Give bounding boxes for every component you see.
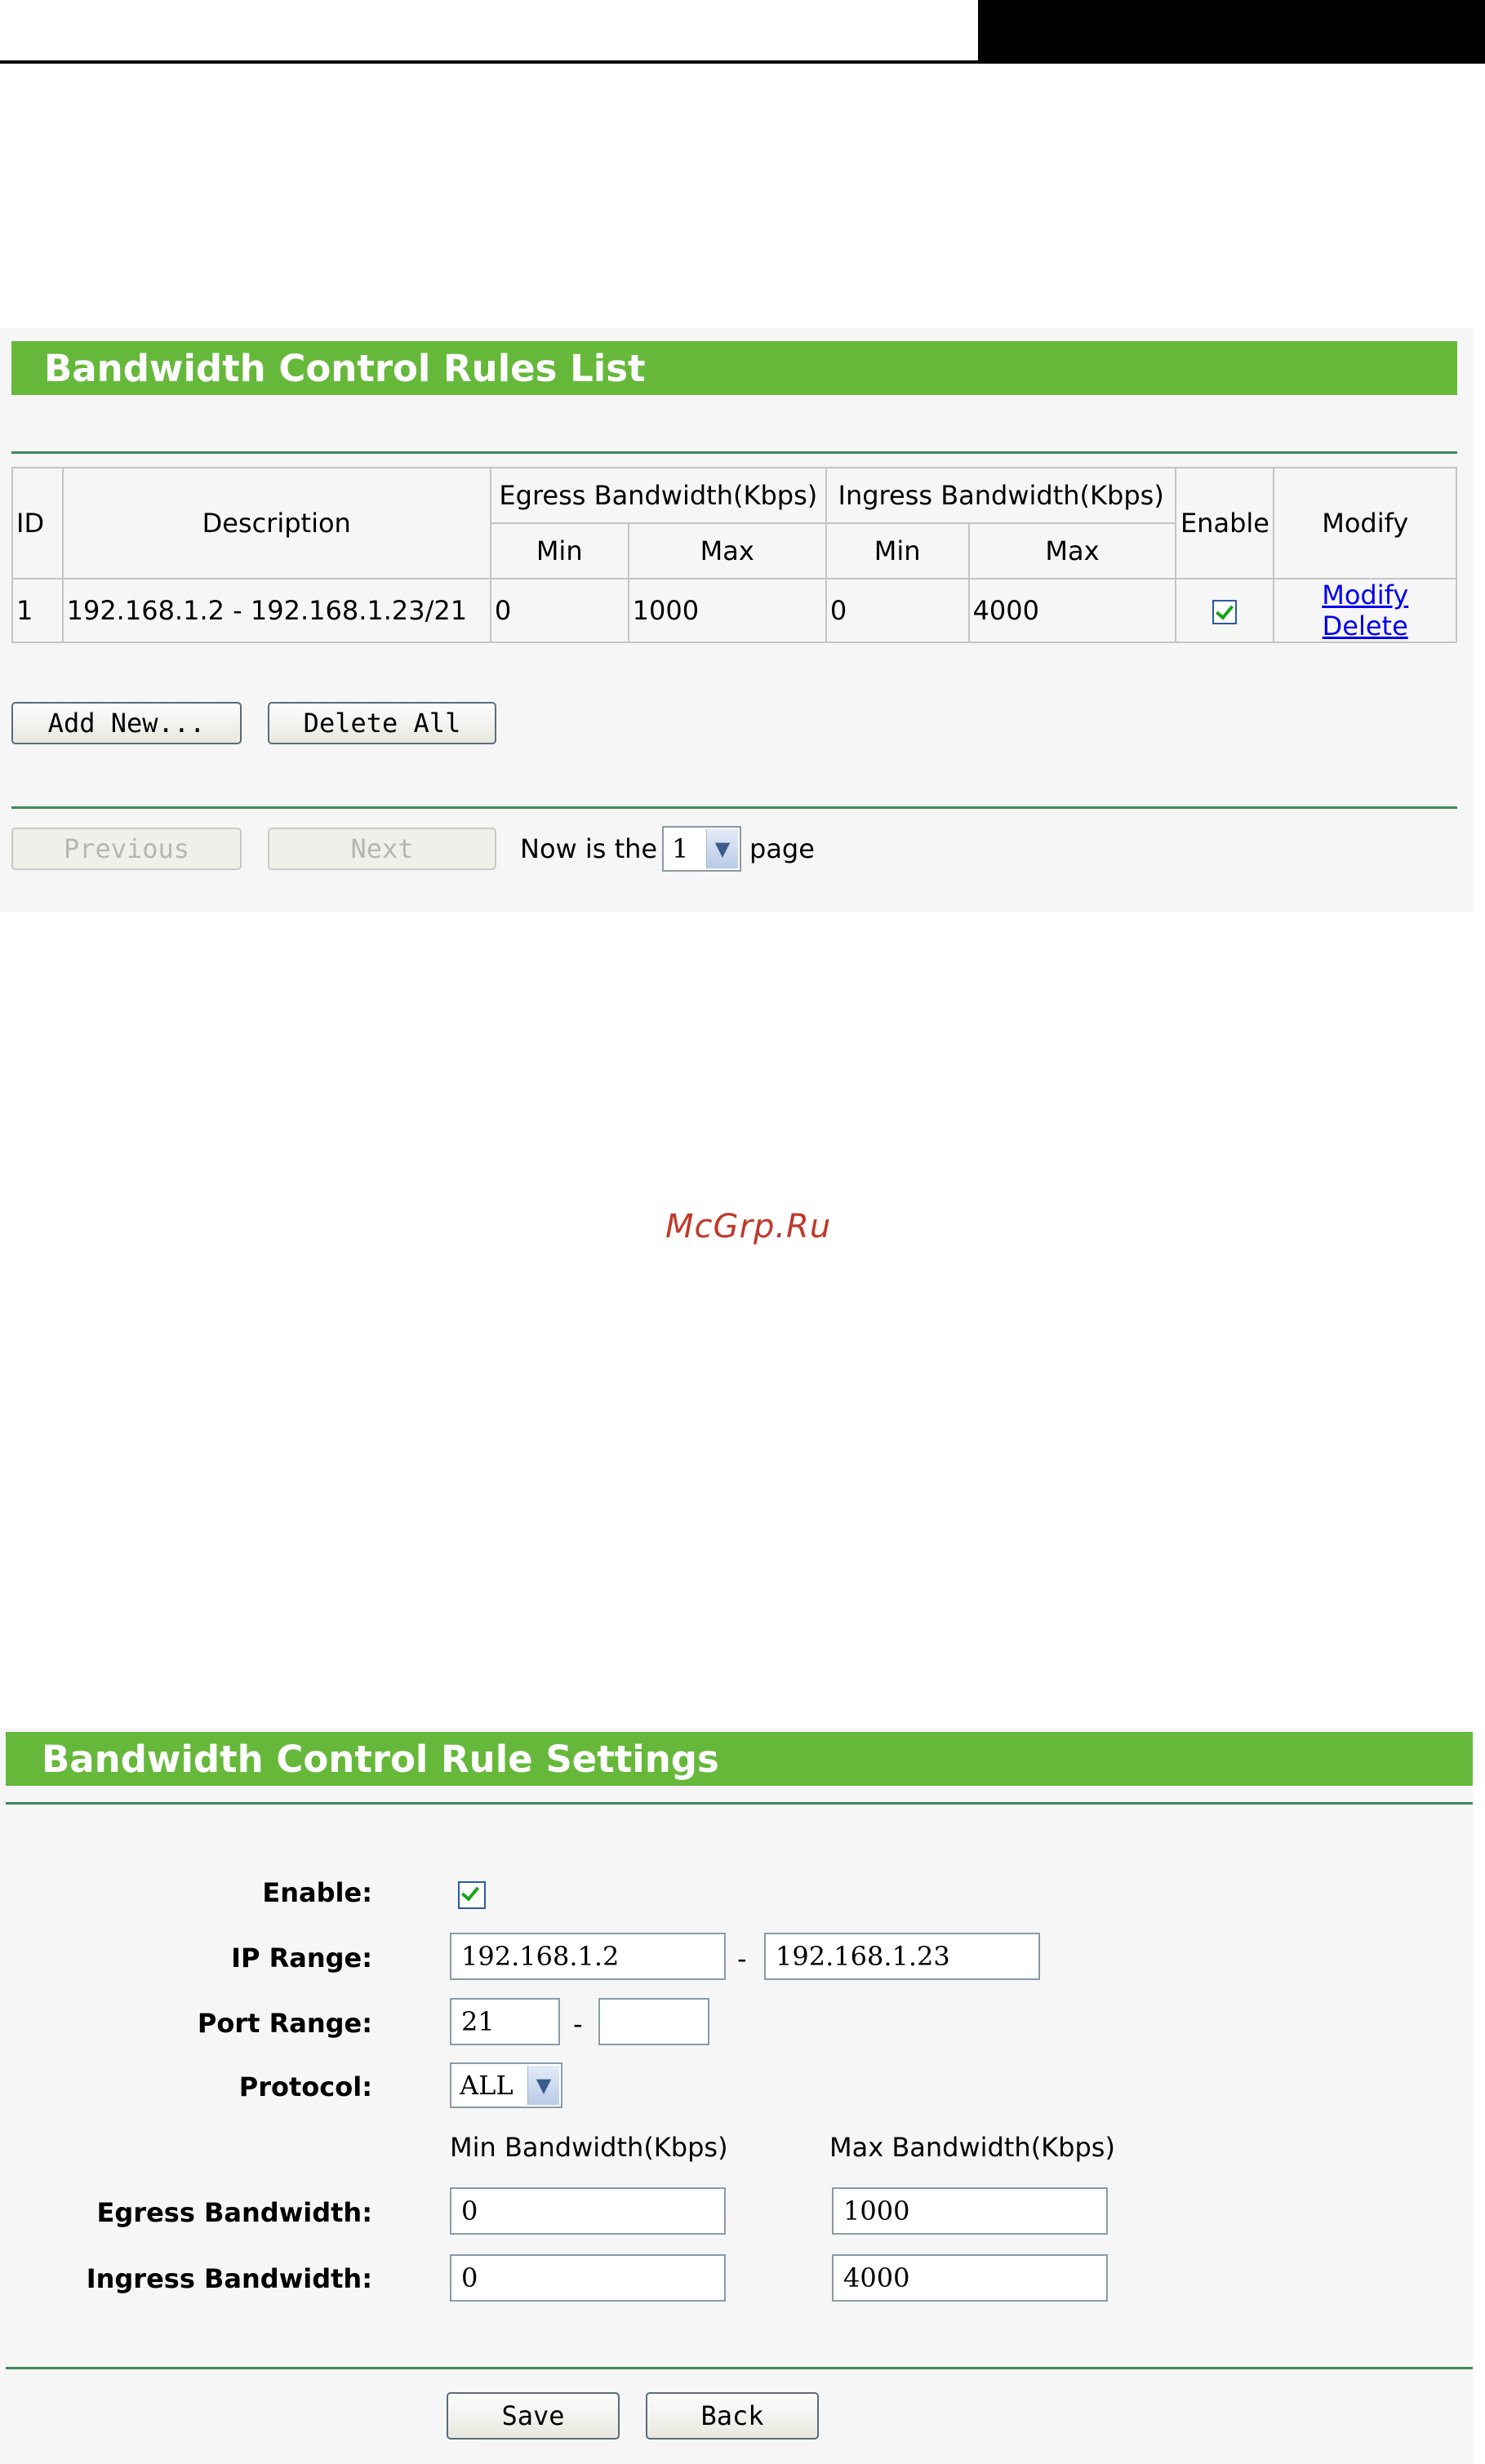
ip-end-field[interactable]: 192.168.1.23 xyxy=(764,1933,1040,1980)
ingress-max-field[interactable]: 4000 xyxy=(832,2254,1108,2302)
max-bandwidth-header: Max Bandwidth(Kbps) xyxy=(829,2132,1115,2163)
modify-link[interactable]: Modify xyxy=(1322,579,1408,610)
protocol-select-value: ALL xyxy=(460,2070,514,2101)
delete-link[interactable]: Delete xyxy=(1323,610,1408,642)
port-end-field[interactable] xyxy=(598,1998,709,2045)
page-suffix-text: page xyxy=(749,833,815,864)
next-button[interactable]: Next xyxy=(268,828,496,870)
protocol-select[interactable]: ALL ▼ xyxy=(450,2062,562,2108)
cell-ingress-min: 0 xyxy=(825,578,970,643)
page-select[interactable]: 1 ▼ xyxy=(662,826,741,872)
delete-all-button[interactable]: Delete All xyxy=(268,702,496,744)
col-header-egress-max: Max xyxy=(627,522,827,579)
ip-start-field[interactable]: 192.168.1.2 xyxy=(450,1933,726,1980)
cell-egress-max: 1000 xyxy=(627,578,827,643)
col-header-ingress-max: Max xyxy=(967,522,1177,579)
previous-button[interactable]: Previous xyxy=(11,828,242,870)
chevron-down-icon[interactable]: ▼ xyxy=(706,829,738,868)
port-range-separator: - xyxy=(573,2009,583,2040)
watermark-text: McGrp.Ru xyxy=(665,1208,832,1245)
rule-settings-title: Bandwidth Control Rule Settings xyxy=(6,1732,1473,1786)
cell-egress-min: 0 xyxy=(489,578,629,643)
rules-list-title: Bandwidth Control Rules List xyxy=(11,341,1457,395)
add-new-button[interactable]: Add New... xyxy=(11,702,242,744)
separator-line xyxy=(6,1802,1473,1805)
separator-line xyxy=(11,806,1457,809)
header-black-box xyxy=(978,0,1485,60)
port-range-label: Port Range: xyxy=(197,2008,372,2039)
port-start-field[interactable]: 21 xyxy=(450,1998,560,2045)
col-header-ingress-min: Min xyxy=(825,522,970,579)
cell-ingress-max: 4000 xyxy=(967,578,1177,643)
save-button[interactable]: Save xyxy=(447,2392,620,2440)
page-top-rule xyxy=(0,60,1485,64)
col-header-ingress: Ingress Bandwidth(Kbps) xyxy=(825,467,1177,524)
egress-bandwidth-label: Egress Bandwidth: xyxy=(96,2197,372,2228)
back-button[interactable]: Back xyxy=(646,2392,819,2440)
enable-checkbox[interactable] xyxy=(458,1881,486,1909)
table-row: 1 192.168.1.2 - 192.168.1.23/21 0 1000 0… xyxy=(11,578,1457,643)
col-header-egress: Egress Bandwidth(Kbps) xyxy=(489,467,827,524)
ip-range-label: IP Range: xyxy=(231,1942,372,1973)
cell-modify: Modify Delete xyxy=(1273,578,1457,643)
ingress-bandwidth-label: Ingress Bandwidth: xyxy=(86,2263,372,2294)
col-header-description: Description xyxy=(61,467,491,579)
egress-max-field[interactable]: 1000 xyxy=(832,2187,1108,2235)
protocol-label: Protocol: xyxy=(238,2071,372,2102)
col-header-id: ID xyxy=(11,467,64,579)
col-header-enable: Enable xyxy=(1175,467,1275,579)
separator-line xyxy=(6,2367,1473,2369)
enable-label: Enable: xyxy=(262,1877,372,1908)
separator-line xyxy=(11,451,1457,454)
ingress-min-field[interactable]: 0 xyxy=(450,2254,726,2302)
ip-range-separator: - xyxy=(737,1943,747,1974)
page-prefix-text: Now is the xyxy=(520,833,658,864)
min-bandwidth-header: Min Bandwidth(Kbps) xyxy=(450,2132,728,2163)
cell-id: 1 xyxy=(11,578,64,643)
egress-min-field[interactable]: 0 xyxy=(450,2187,726,2235)
rules-table: ID Description Egress Bandwidth(Kbps) In… xyxy=(11,467,1457,643)
cell-enable xyxy=(1175,578,1275,643)
rule-enabled-checkbox[interactable] xyxy=(1212,600,1238,624)
cell-description: 192.168.1.2 - 192.168.1.23/21 xyxy=(61,578,491,643)
chevron-down-icon[interactable]: ▼ xyxy=(527,2066,559,2105)
page-select-value: 1 xyxy=(672,833,689,864)
col-header-egress-min: Min xyxy=(489,522,629,579)
col-header-modify: Modify xyxy=(1273,467,1457,579)
